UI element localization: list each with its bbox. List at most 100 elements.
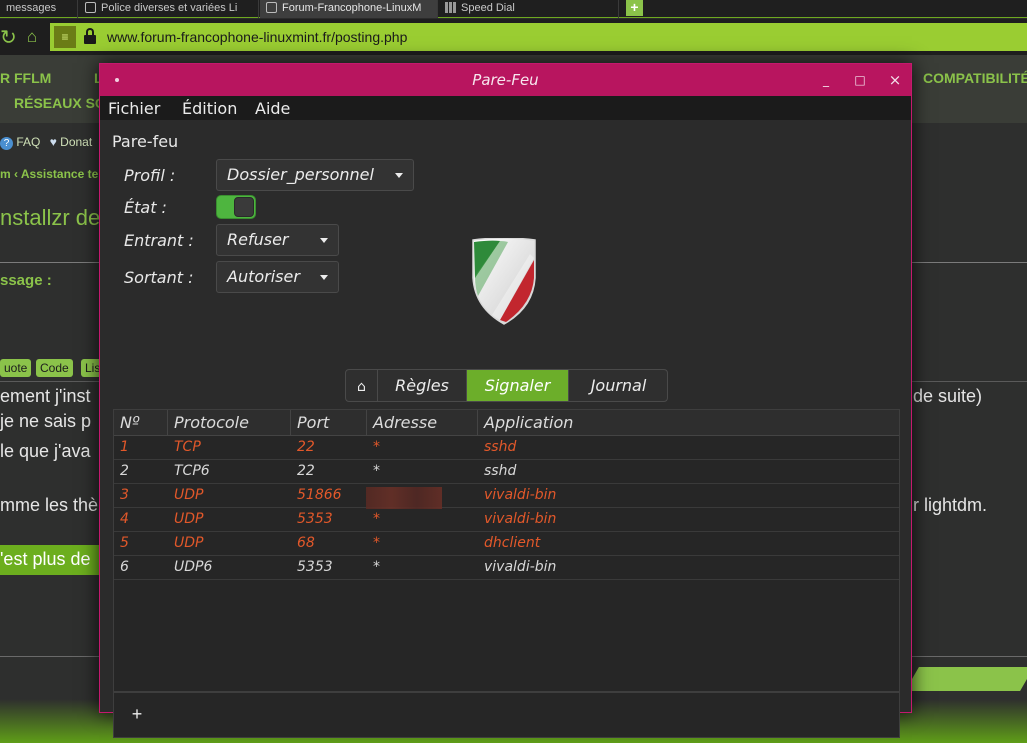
maximize-button[interactable]: □ (850, 70, 870, 90)
browser-tab-bar: messages Police diverses et variées Li F… (0, 0, 1027, 18)
home-icon[interactable]: ⌂ (22, 27, 42, 47)
minimize-button[interactable]: _ (816, 70, 836, 90)
nav-link-fflm[interactable]: R FFLM (0, 70, 51, 86)
window-title: Pare-Feu (472, 71, 539, 89)
cell-protocol: TCP (174, 439, 201, 455)
cell-application: vivaldi-bin (484, 559, 557, 575)
nav-link-compatibility[interactable]: COMPATIBILITÉ (923, 70, 1027, 86)
profile-label: Profil : (124, 166, 176, 185)
tab-forum[interactable]: Forum-Francophone-LinuxM (260, 0, 438, 18)
cell-application: dhclient (484, 535, 541, 551)
chevron-down-icon (395, 173, 403, 178)
cell-port: 5353 (297, 559, 333, 575)
post-line: 'est plus de (0, 549, 91, 569)
outgoing-label: Sortant : (124, 268, 194, 287)
reload-icon[interactable]: ↻ (0, 25, 17, 51)
cell-protocol: UDP (174, 487, 204, 503)
section-title: Pare-feu (112, 132, 179, 151)
window-titlebar[interactable]: Pare-Feu _ □ × (100, 64, 911, 96)
cell-port: 22 (297, 463, 315, 479)
menu-edit[interactable]: Édition (182, 99, 237, 118)
post-line: le que j'ava (0, 441, 91, 461)
browser-toolbar: ↻ ⌂ ≡ www.forum-francophone-linuxmint.fr… (0, 19, 1027, 55)
cell-port: 5353 (297, 511, 333, 527)
table-row[interactable]: 4 UDP 5353 * vivaldi-bin (114, 508, 899, 532)
extension-glyph: ≡ (61, 30, 69, 44)
cell-no: 4 (120, 511, 129, 527)
table-row[interactable]: 1 TCP 22 * sshd (114, 436, 899, 460)
footer-stripe (905, 667, 1027, 691)
donate-link[interactable]: Donat (60, 135, 92, 149)
cell-protocol: UDP6 (174, 559, 213, 575)
url-text[interactable]: www.forum-francophone-linuxmint.fr/posti… (107, 29, 407, 45)
page-icon (266, 2, 277, 13)
cell-application: vivaldi-bin (484, 511, 557, 527)
cell-application: vivaldi-bin (484, 487, 557, 503)
cell-port: 68 (297, 535, 315, 551)
add-rule-button[interactable]: + (128, 705, 146, 723)
incoming-label: Entrant : (124, 231, 194, 250)
table-row[interactable]: 5 UDP 68 * dhclient (114, 532, 899, 556)
redacted-address (366, 487, 442, 509)
post-line: je ne sais p (0, 411, 92, 431)
tab-police[interactable]: Police diverses et variées Li (79, 0, 259, 18)
report-table: Nº Protocole Port Adresse Application 1 … (113, 409, 900, 692)
table-row[interactable]: 6 UDP6 5353 * vivaldi-bin (114, 556, 899, 580)
table-row[interactable]: 3 UDP 51866 vivaldi-bin (114, 484, 899, 509)
menu-help[interactable]: Aide (255, 99, 290, 118)
profile-dropdown[interactable]: Dossier_personnel (216, 159, 414, 191)
column-header-port[interactable]: Port (291, 410, 367, 435)
tab-label: messages (6, 2, 57, 14)
firewall-shield-icon (472, 238, 536, 325)
tab-label: Police diverses et variées Li (101, 2, 238, 14)
cell-protocol: UDP (174, 511, 204, 527)
cell-no: 2 (120, 463, 129, 479)
grid-icon (445, 2, 456, 13)
topic-title: nstallzr de (0, 205, 101, 230)
breadcrumb[interactable]: m ‹ Assistance te (0, 167, 98, 181)
page-icon (85, 2, 96, 13)
lock-icon[interactable] (84, 28, 96, 44)
column-header-application[interactable]: Application (478, 410, 899, 435)
cell-address: * (373, 463, 380, 479)
cell-port: 51866 (297, 487, 342, 503)
table-row[interactable]: 2 TCP6 22 * sshd (114, 460, 899, 484)
cell-application: sshd (484, 463, 517, 479)
close-button[interactable]: × (885, 70, 905, 90)
post-line: mme les thè (0, 495, 99, 515)
state-toggle[interactable] (216, 195, 256, 219)
address-bar[interactable]: ≡ www.forum-francophone-linuxmint.fr/pos… (50, 23, 1027, 51)
heart-icon: ♥ (49, 135, 57, 149)
tab-home[interactable]: ⌂ (346, 370, 378, 401)
cell-protocol: UDP (174, 535, 204, 551)
tab-speed-dial[interactable]: Speed Dial (439, 0, 619, 18)
menu-file[interactable]: Fichier (108, 99, 160, 118)
extension-icon[interactable]: ≡ (54, 26, 76, 48)
faq-link[interactable]: FAQ (16, 135, 40, 149)
table-toolbar: + (113, 692, 900, 738)
bbcode-quote-button[interactable]: uote (0, 359, 32, 377)
column-header-protocol[interactable]: Protocole (168, 410, 291, 435)
new-tab-button[interactable]: + (626, 0, 643, 16)
highlight-band: 'est plus de (0, 545, 110, 575)
nav-link-networks[interactable]: RÉSEAUX SO (14, 95, 106, 111)
incoming-dropdown[interactable]: Refuser (216, 224, 339, 256)
outgoing-dropdown[interactable]: Autoriser (216, 261, 339, 293)
tab-rules[interactable]: Règles (378, 370, 467, 401)
cell-no: 1 (120, 439, 129, 455)
plus-icon: + (630, 0, 639, 15)
tab-log[interactable]: Journal (569, 370, 667, 401)
message-label: ssage : (0, 272, 52, 289)
chevron-down-icon (320, 238, 328, 243)
cell-address: * (373, 511, 380, 527)
tab-report[interactable]: Signaler (467, 370, 569, 401)
column-header-address[interactable]: Adresse (367, 410, 478, 435)
incoming-value: Refuser (227, 230, 289, 249)
help-icon: ? (0, 137, 13, 150)
tab-messages[interactable]: messages (0, 0, 78, 18)
cell-address: * (373, 535, 380, 551)
column-header-no[interactable]: Nº (114, 410, 168, 435)
profile-value: Dossier_personnel (227, 165, 374, 184)
bbcode-code-button[interactable]: Code (36, 359, 73, 377)
cell-protocol: TCP6 (174, 463, 210, 479)
